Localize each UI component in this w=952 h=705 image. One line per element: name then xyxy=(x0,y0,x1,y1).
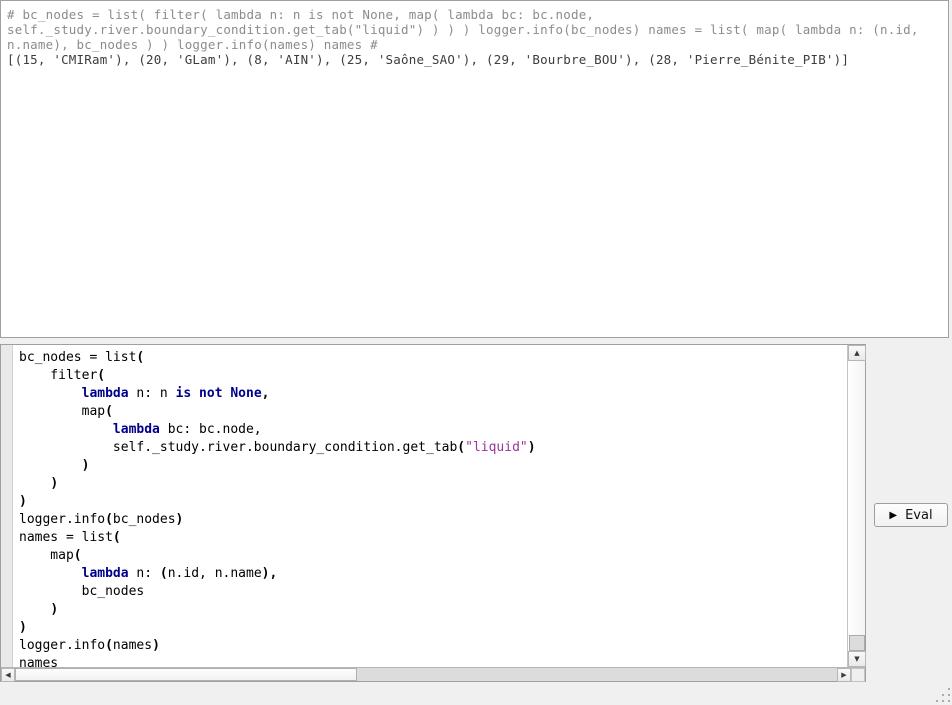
code-line: lambda bc: bc.node, xyxy=(19,421,847,439)
scroll-down-button[interactable]: ▼ xyxy=(848,651,866,667)
arrow-left-icon: ◀ xyxy=(5,672,10,679)
history-command-line: n.name), bc_nodes ) ) logger.info(names)… xyxy=(7,37,942,52)
code-line: lambda n: (n.id, n.name), xyxy=(19,565,847,583)
code-line: logger.info(bc_nodes) xyxy=(19,511,847,529)
arrow-up-icon: ▲ xyxy=(854,350,859,357)
code-line: self._study.river.boundary_condition.get… xyxy=(19,439,847,457)
scroll-right-button[interactable]: ▶ xyxy=(837,668,851,682)
code-line: ) xyxy=(19,475,847,493)
history-result-line: [(15, 'CMIRam'), (20, 'GLam'), (8, 'AIN'… xyxy=(7,52,942,67)
scroll-up-button[interactable]: ▲ xyxy=(848,345,866,361)
code-editor: bc_nodes = list( filter( lambda n: n is … xyxy=(0,344,866,682)
history-command-line: self._study.river.boundary_condition.get… xyxy=(7,22,942,37)
vertical-scrollbar[interactable]: ▲ ▼ xyxy=(847,345,865,667)
code-line: lambda n: n is not None, xyxy=(19,385,847,403)
horizontal-scrollbar-thumb[interactable] xyxy=(15,668,357,681)
code-line: filter( xyxy=(19,367,847,385)
arrow-down-icon: ▼ xyxy=(854,656,859,663)
arrow-right-icon: ▶ xyxy=(841,672,846,679)
horizontal-scrollbar[interactable]: ◀ ▶ xyxy=(1,667,865,681)
code-line: map( xyxy=(19,547,847,565)
history-command-line: # bc_nodes = list( filter( lambda n: n i… xyxy=(7,7,942,22)
eval-button-label: Eval xyxy=(905,508,933,523)
code-line: bc_nodes xyxy=(19,583,847,601)
scrollbar-corner xyxy=(851,668,865,682)
resize-grip[interactable] xyxy=(948,700,950,702)
code-line: ) xyxy=(19,619,847,637)
code-line: ) xyxy=(19,493,847,511)
code-line: names xyxy=(19,655,847,667)
code-line: map( xyxy=(19,403,847,421)
eval-button[interactable]: ▶ Eval xyxy=(874,503,948,527)
code-line: logger.info(names) xyxy=(19,637,847,655)
python-console-window: # bc_nodes = list( filter( lambda n: n i… xyxy=(0,0,952,705)
code-line: ) xyxy=(19,601,847,619)
code-line: bc_nodes = list( xyxy=(19,349,847,367)
code-input-area[interactable]: bc_nodes = list( filter( lambda n: n is … xyxy=(14,345,847,667)
code-line: ) xyxy=(19,457,847,475)
scroll-left-button[interactable]: ◀ xyxy=(1,668,15,682)
code-line: names = list( xyxy=(19,529,847,547)
editor-gutter xyxy=(1,345,13,667)
vertical-scrollbar-thumb[interactable] xyxy=(849,635,865,651)
play-icon: ▶ xyxy=(889,510,897,521)
history-output-pane[interactable]: # bc_nodes = list( filter( lambda n: n i… xyxy=(0,0,949,338)
